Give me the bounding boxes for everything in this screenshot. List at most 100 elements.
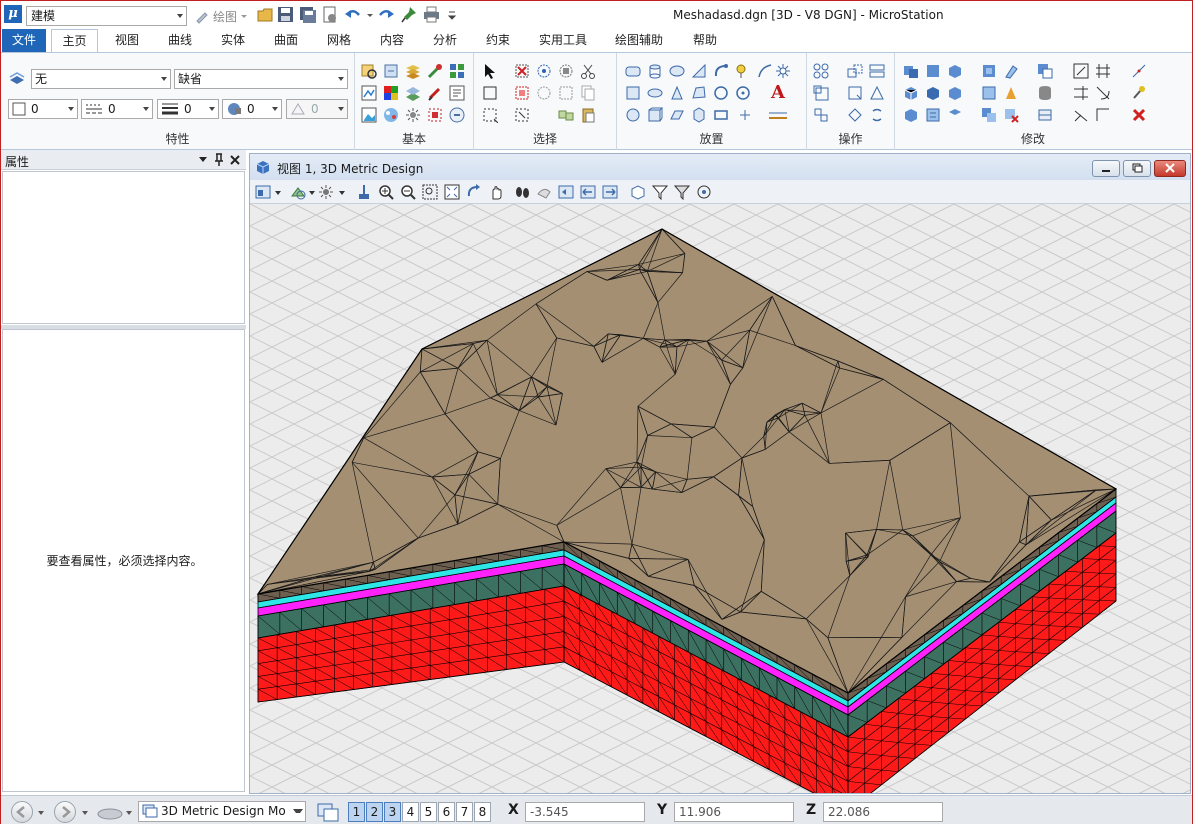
tab-help[interactable]: 帮助 — [683, 29, 727, 52]
place-circle-icon[interactable] — [713, 85, 729, 101]
class-select[interactable]: 0 — [222, 99, 282, 119]
tab-home[interactable]: 主页 — [51, 29, 98, 53]
place-arc-icon[interactable] — [757, 63, 773, 79]
fence-select-icon[interactable] — [514, 107, 530, 123]
zoom-in-icon[interactable] — [378, 184, 394, 200]
place-ellipse-icon[interactable] — [647, 85, 663, 101]
invert-selection-icon[interactable] — [514, 85, 530, 101]
measure-icon[interactable] — [449, 107, 465, 123]
place-shape-icon[interactable] — [691, 85, 707, 101]
select-none-icon[interactable] — [514, 63, 530, 79]
undo-dropdown-icon[interactable] — [366, 6, 374, 24]
place-slab-icon[interactable] — [625, 63, 641, 79]
fence-icon[interactable] — [482, 107, 498, 123]
group-icon[interactable] — [558, 107, 574, 123]
level-manager-icon[interactable] — [9, 71, 25, 87]
cut-solid-icon[interactable] — [947, 85, 963, 101]
align-faces-icon[interactable] — [903, 107, 919, 123]
tab-surfaces[interactable]: 曲面 — [264, 29, 308, 52]
copy-icon[interactable] — [580, 85, 596, 101]
place-extrusion-icon[interactable] — [669, 107, 685, 123]
break-icon[interactable] — [1131, 63, 1147, 79]
convert-solid-icon[interactable] — [925, 107, 941, 123]
select-by-attributes-icon[interactable] — [558, 63, 574, 79]
select-circle-icon[interactable] — [536, 85, 552, 101]
intersect-line-icon[interactable] — [1073, 85, 1089, 101]
level-select[interactable]: 无 — [31, 69, 171, 89]
element-template-select[interactable]: 缺省 — [174, 69, 348, 89]
tab-solids[interactable]: 实体 — [211, 29, 255, 52]
transparency-select[interactable]: 0 — [286, 99, 348, 119]
tab-view[interactable]: 视图 — [105, 29, 149, 52]
previous-view-icon[interactable] — [536, 184, 552, 200]
tab-drawing-aids[interactable]: 绘图辅助 — [609, 29, 669, 52]
workflow-select[interactable]: 建模 — [26, 6, 187, 26]
view-back-icon[interactable] — [580, 184, 596, 200]
tab-utilities[interactable]: 实用工具 — [533, 29, 593, 52]
copy-element-icon[interactable] — [869, 63, 885, 79]
update-view-icon[interactable] — [356, 184, 372, 200]
drawing-workflow-button[interactable]: 绘图 — [194, 6, 248, 26]
materials-icon[interactable] — [383, 107, 399, 123]
line-weight-select[interactable]: 0 — [157, 99, 219, 119]
tab-analyze[interactable]: 分析 — [423, 29, 467, 52]
corner-icon[interactable] — [1095, 107, 1111, 123]
dimension-icon[interactable] — [767, 107, 789, 123]
extend-line-icon[interactable] — [1073, 63, 1089, 79]
delete-icon[interactable] — [1131, 107, 1147, 123]
mesh-model-scene[interactable] — [250, 204, 1190, 793]
lighting-icon[interactable] — [318, 184, 334, 200]
trim-multiple-icon[interactable] — [1073, 107, 1089, 123]
levels-icon[interactable] — [405, 63, 421, 79]
display-styles-icon[interactable] — [405, 85, 421, 101]
view-8-toggle[interactable]: 8 — [474, 802, 491, 822]
align-icon[interactable] — [813, 107, 829, 123]
view-filter-icon[interactable] — [674, 184, 690, 200]
view-1-toggle[interactable]: 1 — [348, 802, 365, 822]
place-torus-icon[interactable] — [713, 63, 729, 79]
view-3-toggle[interactable]: 3 — [384, 802, 401, 822]
chevron-down-icon[interactable] — [274, 190, 282, 196]
spin-icon[interactable] — [869, 107, 885, 123]
move-icon[interactable] — [847, 63, 863, 79]
solid-union-icon[interactable] — [903, 63, 919, 79]
view-5-toggle[interactable]: 5 — [420, 802, 437, 822]
stretch-icon[interactable] — [847, 107, 863, 123]
tab-constraints[interactable]: 约束 — [476, 29, 520, 52]
redo-icon[interactable] — [379, 6, 397, 24]
file-settings-icon[interactable] — [321, 6, 339, 24]
open-folder-icon[interactable] — [257, 6, 275, 24]
face-icon[interactable] — [947, 107, 963, 123]
solid-subtract-icon[interactable] — [947, 63, 963, 79]
save-icon[interactable] — [277, 6, 295, 24]
partial-delete-icon[interactable] — [1095, 85, 1111, 101]
display-style-icon[interactable] — [290, 184, 306, 200]
insert-vertex-icon[interactable] — [1131, 85, 1147, 101]
trim-icon[interactable] — [1095, 63, 1111, 79]
window-area-icon[interactable] — [422, 184, 438, 200]
minimize-view-button[interactable] — [1092, 160, 1120, 177]
array-icon[interactable] — [813, 63, 829, 79]
tab-file[interactable]: 文件 — [2, 29, 46, 52]
z-coordinate-field[interactable]: 22.086 — [823, 802, 943, 822]
attach-tools-icon[interactable] — [383, 63, 399, 79]
clip-volume-icon[interactable] — [630, 184, 646, 200]
view-groups-icon[interactable] — [316, 801, 342, 823]
element-selection-icon[interactable] — [482, 63, 498, 79]
place-wedge-icon[interactable] — [691, 63, 707, 79]
view-attributes-icon[interactable] — [255, 184, 271, 200]
explorer-icon[interactable] — [361, 63, 377, 79]
customize-icon[interactable] — [447, 6, 457, 24]
fit-view-icon[interactable] — [444, 184, 460, 200]
tab-curves[interactable]: 曲线 — [158, 29, 202, 52]
light-icon[interactable] — [405, 107, 421, 123]
close-panel-icon[interactable] — [229, 154, 241, 166]
place-circle-center-icon[interactable] — [735, 85, 751, 101]
view-next-icon[interactable] — [602, 184, 618, 200]
scale-icon[interactable] — [813, 85, 829, 101]
properties-selection-list[interactable] — [2, 171, 245, 324]
solid-intersect-icon[interactable] — [925, 63, 941, 79]
place-star-icon[interactable] — [775, 63, 791, 79]
restore-view-button[interactable] — [1123, 160, 1151, 177]
models-icon[interactable] — [449, 63, 465, 79]
